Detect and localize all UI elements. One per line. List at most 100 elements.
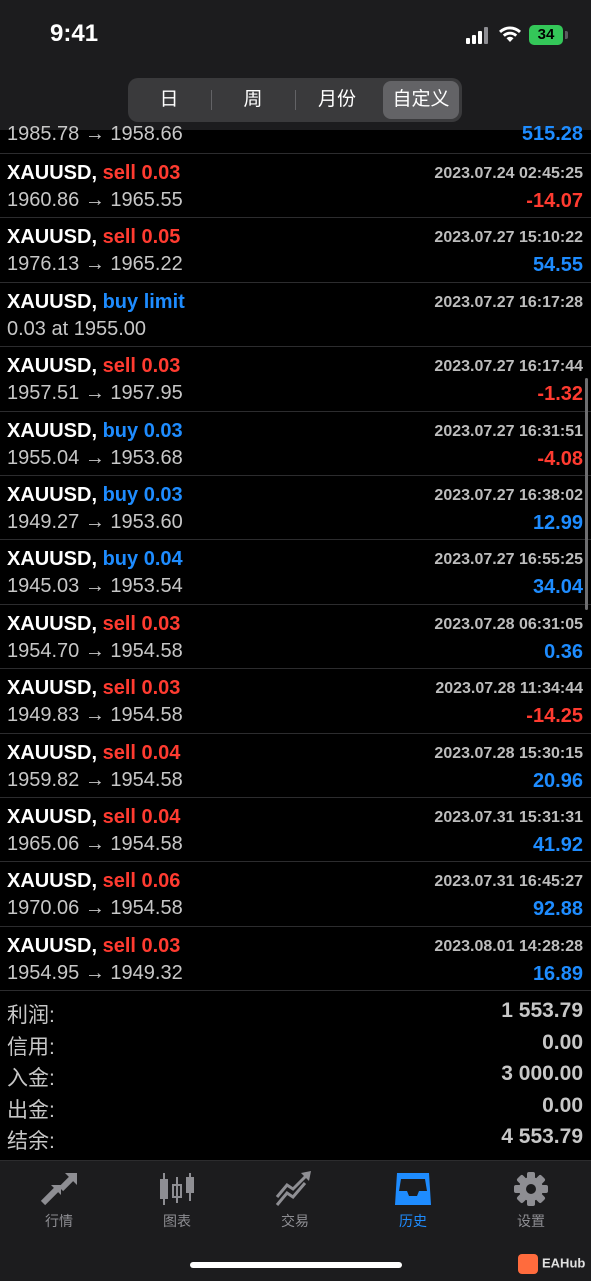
- symbol-text: XAUUSD,: [7, 870, 98, 893]
- list-item[interactable]: XAUUSD, buy 0.03 2023.07.27 16:31:51 1955.…: [0, 412, 591, 476]
- tab-label: 历史: [399, 1213, 427, 1229]
- tab-trade[interactable]: 交易: [236, 1171, 354, 1235]
- tab-chart[interactable]: 图表: [118, 1171, 236, 1235]
- list-item[interactable]: XAUUSD, sell 0.03 2023.08.01 14:28:28 1954…: [0, 927, 591, 992]
- trade-prices: 1965.06 → 1954.58: [7, 832, 183, 855]
- period-tab-week[interactable]: 周: [216, 81, 290, 119]
- trade-symbol: XAUUSD, sell 0.03: [7, 677, 180, 700]
- summary-row: 信用: 0.00: [0, 1028, 591, 1060]
- list-item[interactable]: XAUUSD, sell 0.04 2023.07.28 15:30:15 1959…: [0, 734, 591, 798]
- period-segmented-control: 日 周 月份 自定义: [128, 78, 462, 122]
- trade-symbol: XAUUSD, sell 0.04: [7, 806, 180, 829]
- list-item[interactable]: XAUUSD, sell 0.03 2023.07.28 06:31:05 1954…: [0, 605, 591, 670]
- trade-symbol: XAUUSD, sell 0.03: [7, 935, 180, 958]
- symbol-text: XAUUSD,: [7, 677, 98, 700]
- trade-type: sell 0.05: [102, 226, 181, 249]
- tab-settings[interactable]: 设置: [472, 1171, 590, 1235]
- trade-time: 2023.07.27 16:17:44: [434, 358, 583, 376]
- list-item[interactable]: XAUUSD, sell 0.03 2023.07.24 02:45:25 1960…: [0, 154, 591, 219]
- summary-row: 结余: 4 553.79: [0, 1122, 591, 1154]
- home-indicator[interactable]: [190, 1262, 402, 1268]
- period-tab-day[interactable]: 日: [132, 81, 206, 119]
- trade-profit: 34.04: [532, 576, 583, 599]
- trade-profit: 515.28: [521, 123, 583, 145]
- history-list[interactable]: 1985.78 → 1958.66 515.28 XAUUSD, sell 0.…: [0, 123, 591, 992]
- trade-prices: 1957.51 → 1957.95: [7, 382, 183, 405]
- list-item[interactable]: XAUUSD, sell 0.06 2023.07.31 16:45:27 1970…: [0, 862, 591, 927]
- trade-type: sell 0.03: [102, 612, 181, 635]
- list-item[interactable]: XAUUSD, sell 0.04 2023.07.31 15:31:31 1965…: [0, 798, 591, 863]
- list-item[interactable]: XAUUSD, sell 0.03 2023.07.27 16:17:44 1957…: [0, 347, 591, 412]
- symbol-text: XAUUSD,: [7, 612, 98, 635]
- scroll-indicator[interactable]: [585, 378, 588, 610]
- summary-value: 4 553.79: [501, 1125, 583, 1148]
- symbol-text: XAUUSD,: [7, 162, 98, 184]
- gear-icon: [514, 1172, 548, 1206]
- summary-value: 0.00: [542, 1093, 583, 1117]
- summary-label: 信用:: [7, 1035, 55, 1059]
- trade-symbol: XAUUSD, sell 0.03: [7, 162, 180, 185]
- trade-symbol: XAUUSD, sell 0.03: [7, 613, 180, 636]
- trade-profit: -14.25: [526, 705, 583, 728]
- list-item[interactable]: XAUUSD, buy limit 2023.07.27 16:17:28 0.03…: [0, 283, 591, 348]
- list-item[interactable]: XAUUSD, buy 0.03 2023.07.27 16:38:02 1949.…: [0, 476, 591, 541]
- tab-label: 设置: [517, 1213, 545, 1229]
- trade-prices: 1960.86 → 1965.55: [7, 189, 183, 211]
- summary-label: 利润:: [7, 1004, 55, 1027]
- trade-prices: 1976.13 → 1965.22: [7, 253, 183, 276]
- symbol-text: XAUUSD,: [7, 805, 98, 828]
- list-item[interactable]: XAUUSD, sell 0.03 2023.07.28 11:34:44 1949…: [0, 669, 591, 734]
- trade-prices: 1959.82 → 1954.58: [7, 768, 183, 791]
- trade-profit: -1.32: [537, 383, 583, 406]
- battery-level: 34: [529, 25, 563, 45]
- summary-row: 入金: 3 000.00: [0, 1059, 591, 1091]
- wifi-icon: [499, 26, 521, 42]
- list-item[interactable]: XAUUSD, buy 0.04 2023.07.27 16:55:25 1945.…: [0, 540, 591, 605]
- trade-time: 2023.07.28 06:31:05: [434, 615, 583, 633]
- segment-divider: [295, 90, 296, 110]
- summary-row: 利润: 1 553.79: [0, 996, 591, 1028]
- tab-history[interactable]: 历史: [354, 1171, 472, 1235]
- battery-tip: [565, 31, 568, 39]
- trade-time: 2023.07.27 16:38:02: [434, 486, 583, 504]
- period-tab-month[interactable]: 月份: [300, 81, 374, 119]
- trade-profit: 54.55: [532, 254, 583, 277]
- trade-symbol: XAUUSD, buy limit: [7, 291, 185, 314]
- watermark-text: EAHub: [542, 1255, 586, 1271]
- tab-label: 交易: [281, 1213, 309, 1229]
- segment-divider: [211, 90, 212, 110]
- trade-prices: 1949.27 → 1953.60: [7, 510, 183, 533]
- trade-type: sell 0.03: [102, 677, 181, 700]
- symbol-text: XAUUSD,: [7, 226, 98, 249]
- period-tab-custom[interactable]: 自定义: [383, 81, 459, 119]
- symbol-text: XAUUSD,: [7, 290, 98, 313]
- trade-profit: 0.36: [544, 640, 583, 663]
- tab-quotes[interactable]: 行情: [0, 1171, 118, 1235]
- trade-profit: -14.07: [526, 190, 583, 212]
- trade-symbol: XAUUSD, buy 0.03: [7, 484, 183, 507]
- trade-profit: -4.08: [537, 447, 583, 470]
- symbol-text: XAUUSD,: [7, 419, 98, 442]
- status-time: 9:41: [50, 20, 99, 47]
- trade-symbol: XAUUSD, sell 0.05: [7, 226, 180, 249]
- trade-prices: 1945.03 → 1953.54: [7, 575, 183, 598]
- summary-label: 入金:: [7, 1067, 55, 1090]
- trade-type: sell 0.04: [102, 805, 181, 828]
- trade-chart-icon: [275, 1171, 311, 1206]
- symbol-text: XAUUSD,: [7, 548, 98, 571]
- trade-type: buy limit: [102, 290, 185, 313]
- tab-label: 行情: [45, 1213, 73, 1229]
- symbol-text: XAUUSD,: [7, 355, 98, 378]
- list-item[interactable]: XAUUSD, sell 0.05 2023.07.27 15:10:22 1976…: [0, 218, 591, 283]
- summary-row: 出金: 0.00: [0, 1091, 591, 1123]
- summary-value: 0.00: [542, 1030, 583, 1054]
- quotes-arrows-icon: [40, 1173, 77, 1206]
- trade-symbol: XAUUSD, buy 0.03: [7, 420, 183, 443]
- trade-prices: 1954.70 → 1954.58: [7, 639, 183, 662]
- trade-prices: 1954.95 → 1949.32: [7, 961, 183, 984]
- list-item-partial[interactable]: 1985.78 → 1958.66 515.28: [0, 123, 591, 154]
- watermark-logo-icon: [518, 1254, 538, 1274]
- trade-prices: 1949.83 → 1954.58: [7, 704, 183, 727]
- trade-type: buy 0.04: [102, 548, 183, 571]
- trade-type: sell 0.03: [102, 355, 181, 378]
